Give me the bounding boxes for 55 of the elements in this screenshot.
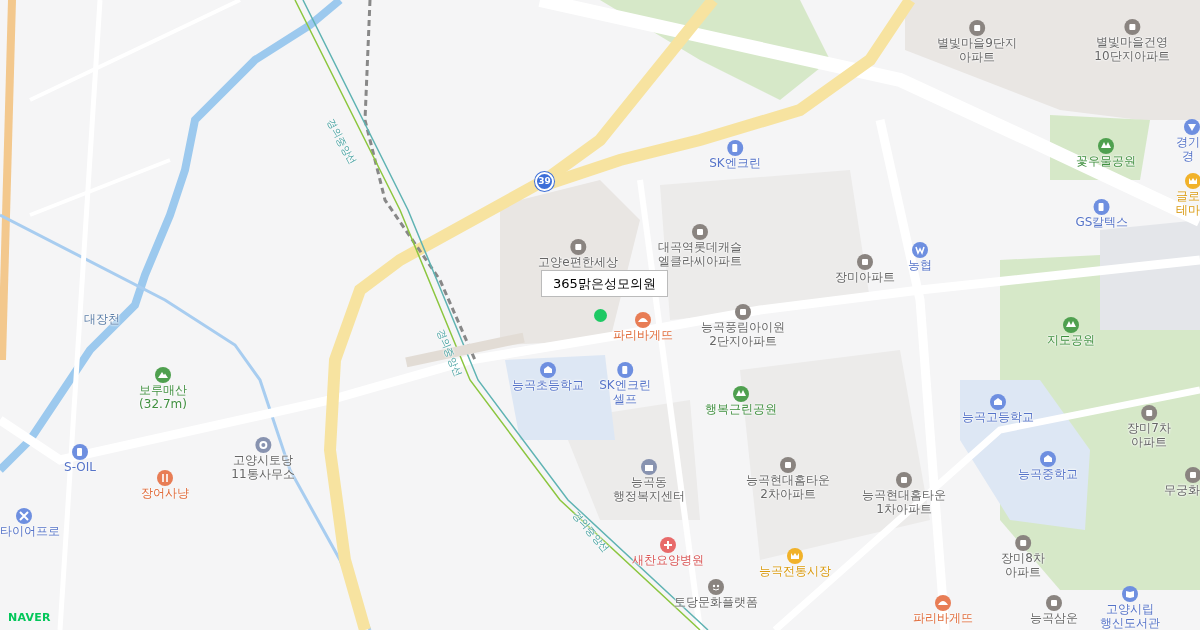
- crown-icon: [787, 548, 803, 564]
- place-label: 별빛마을9단지 아파트: [937, 36, 1017, 64]
- place-label: S-OIL: [64, 460, 96, 474]
- ring-icon: [255, 437, 271, 453]
- place-label: 꽃우물공원: [1076, 154, 1136, 168]
- book-icon: [1122, 586, 1138, 602]
- naver-logo: NAVER: [8, 610, 51, 626]
- place-label: 능곡전통시장: [759, 564, 831, 578]
- place-label: 보루매산 (32.7m): [139, 383, 187, 411]
- wrench-icon: [16, 508, 32, 524]
- place-label: 능곡고등학교: [962, 410, 1034, 424]
- building-icon: [1046, 595, 1062, 611]
- place-label: 별빛마을건영 10단지아파트: [1094, 35, 1170, 63]
- stream-label: 대장천: [84, 311, 120, 328]
- place-label: 파리바게뜨: [613, 328, 673, 342]
- place-label: 농협: [908, 258, 932, 272]
- place-label: 타이어프로: [0, 524, 60, 538]
- bread-icon: [635, 312, 651, 328]
- bank-icon: [912, 242, 928, 258]
- place-label: 능곡동 행정복지센터: [613, 475, 685, 503]
- place-label: 글로 테마: [1176, 189, 1200, 217]
- fuel-pump-icon: [1094, 199, 1110, 215]
- building-icon: [857, 254, 873, 270]
- mask-icon: [708, 579, 724, 595]
- place-label: 고양e편한세상: [538, 255, 618, 269]
- place-label: 능곡중학교: [1018, 467, 1078, 481]
- place-label: 고양시토당 11통사무소: [231, 453, 295, 481]
- place-label: 무궁화: [1164, 483, 1200, 497]
- place-label: 대곡역롯데캐슬 엘클라씨아파트: [658, 240, 742, 268]
- place-label: 능곡풍림아이원 2단지아파트: [701, 320, 785, 348]
- place-label: 능곡삼운: [1030, 611, 1078, 625]
- place-label: 장미아파트: [835, 270, 895, 284]
- place-label: 장미7차 아파트: [1127, 421, 1171, 449]
- place-label: 경기 경: [1176, 135, 1200, 163]
- place-popup: 365맑은성모의원: [541, 270, 668, 297]
- fuel-pump-icon: [727, 140, 743, 156]
- place-label: 장미8차 아파트: [1001, 551, 1045, 579]
- building-icon: [1015, 535, 1031, 551]
- place-label: 장어사냥: [141, 486, 189, 500]
- cross-icon: [660, 537, 676, 553]
- route-badge: 39: [535, 172, 554, 191]
- place-label: 지도공원: [1047, 333, 1095, 347]
- place-label: 파리바게뜨: [913, 611, 973, 625]
- mountain-icon: [155, 367, 171, 383]
- place-label: 고양시립 행신도서관: [1100, 602, 1160, 630]
- place-label: SK엔크린 셀프: [599, 378, 651, 406]
- place-label: 능곡초등학교: [512, 378, 584, 392]
- place-label: SK엔크린: [709, 156, 761, 170]
- place-label: 행복근린공원: [705, 402, 777, 416]
- fuel-pump-icon: [617, 362, 633, 378]
- place-label: 능곡현대홈타운 2차아파트: [746, 473, 830, 501]
- place-label: 새찬요양병원: [632, 553, 704, 567]
- place-label: 능곡현대홈타운 1차아파트: [862, 488, 946, 516]
- place-label: GS칼텍스: [1075, 215, 1129, 229]
- bread-icon: [935, 595, 951, 611]
